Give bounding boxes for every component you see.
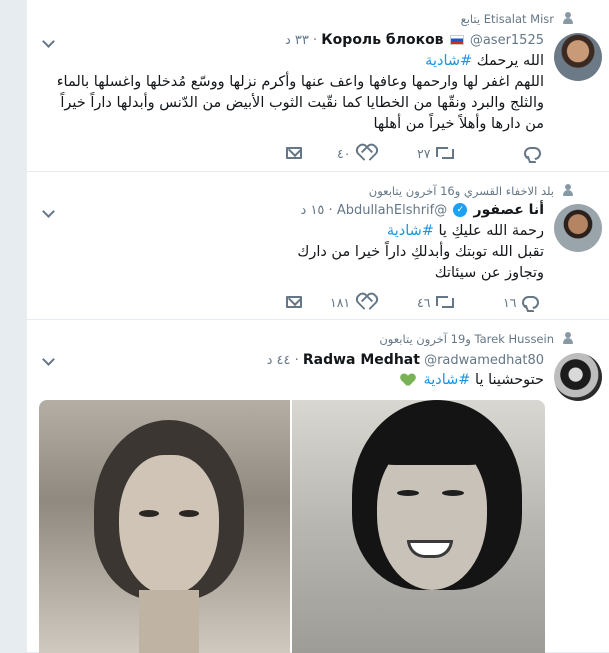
like-count: ١٨١	[330, 294, 351, 310]
timestamp[interactable]: ٤٤ د	[267, 353, 291, 368]
avatar[interactable]	[554, 33, 602, 81]
chevron-down-icon[interactable]	[41, 36, 55, 50]
hashtag-link[interactable]: #شادية	[423, 372, 470, 388]
tweet-text-prefix: رحمة الله عليكِ يا	[433, 223, 545, 239]
retweet-count: ٤٦	[417, 294, 431, 310]
social-context: Etisalat Misr يتابع	[460, 12, 554, 26]
display-name[interactable]: Король блоков	[321, 32, 443, 48]
username[interactable]: @radwamedhat80	[424, 353, 544, 368]
russia-flag-icon	[449, 34, 464, 45]
tweet-header: أنا عصفور ✓ @AbdullahElshrif · ١٥ د	[300, 202, 544, 218]
photo-left[interactable]	[39, 400, 290, 653]
avatar[interactable]	[554, 353, 602, 401]
username[interactable]: @AbdullahElshrif	[337, 203, 447, 218]
username[interactable]: @aser1525	[470, 33, 544, 48]
like-button[interactable]: ٤٠	[337, 143, 374, 163]
hashtag-link[interactable]: #شادية	[387, 223, 434, 239]
tweet-actions: ١٨١ ٤٦ ١٦	[27, 292, 609, 312]
tweet[interactable]: بلد الاخفاء القسري و16 آخرون يتابعون أنا…	[27, 172, 609, 320]
retweet-count: ٢٧	[417, 145, 431, 161]
tweet-header: Radwa Medhat @radwamedhat80 · ٤٤ د	[266, 352, 544, 368]
verified-badge-icon: ✓	[453, 202, 468, 217]
retweet-icon	[436, 145, 455, 161]
chevron-down-icon[interactable]	[41, 206, 55, 220]
tweet-text: رحمة الله عليكِ يا #شادية	[104, 221, 544, 242]
tweet-media[interactable]	[39, 400, 545, 653]
heart-icon	[356, 294, 374, 310]
tweet[interactable]: Etisalat Misr يتابع Король блоков @aser1…	[27, 0, 609, 172]
reply-button[interactable]	[524, 143, 541, 163]
display-name[interactable]: Radwa Medhat	[303, 352, 420, 368]
retweet-icon	[436, 294, 455, 310]
person-icon	[562, 184, 574, 196]
tweet-body: اللهم اغفر لها وارحمها وعافها واعف عنها …	[56, 74, 544, 132]
display-name[interactable]: أنا عصفور	[474, 202, 544, 218]
social-context: بلد الاخفاء القسري و16 آخرون يتابعون	[368, 184, 554, 198]
dm-button[interactable]	[286, 143, 302, 163]
like-button[interactable]: ١٨١	[330, 292, 374, 312]
timeline: Etisalat Misr يتابع Король блоков @aser1…	[26, 0, 609, 653]
person-icon	[562, 12, 574, 24]
heart-icon	[356, 145, 374, 161]
reply-button[interactable]: ١٦	[503, 292, 540, 312]
timestamp[interactable]: ٣٣ د	[285, 33, 309, 48]
green-heart-icon	[401, 374, 415, 387]
tweet-text: الله يرحمك #شادية	[44, 51, 544, 72]
person-icon	[562, 332, 574, 344]
timestamp[interactable]: ١٥ د	[301, 203, 325, 218]
reply-icon	[524, 146, 541, 160]
tweet[interactable]: Tarek Hussein و19 آخرون يتابعون Radwa Me…	[27, 320, 609, 653]
chevron-down-icon[interactable]	[41, 354, 55, 368]
envelope-icon	[286, 147, 302, 159]
social-context: Tarek Hussein و19 آخرون يتابعون	[379, 332, 554, 346]
retweet-button[interactable]: ٤٦	[417, 292, 455, 312]
retweet-button[interactable]: ٢٧	[417, 143, 455, 163]
tweet-text-prefix: الله يرحمك	[472, 53, 544, 69]
reply-count: ١٦	[503, 294, 517, 310]
photo-right[interactable]	[292, 400, 545, 653]
envelope-icon	[286, 296, 302, 308]
dm-button[interactable]	[286, 292, 302, 312]
tweet-header: Король блоков @aser1525 · ٣٣ د	[284, 32, 544, 48]
hashtag-link[interactable]: #شادية	[425, 53, 472, 69]
reply-icon	[522, 295, 540, 309]
tweet-text-prefix: حتوحشينا يا	[470, 372, 544, 388]
like-count: ٤٠	[337, 145, 351, 161]
avatar[interactable]	[554, 204, 602, 252]
tweet-actions: ٤٠ ٢٧	[27, 143, 609, 163]
tweet-body: تقبل الله توبتك وأبدلكِ داراً خيرا من دا…	[297, 244, 544, 281]
tweet-text: حتوحشينا يا #شادية	[104, 370, 544, 391]
